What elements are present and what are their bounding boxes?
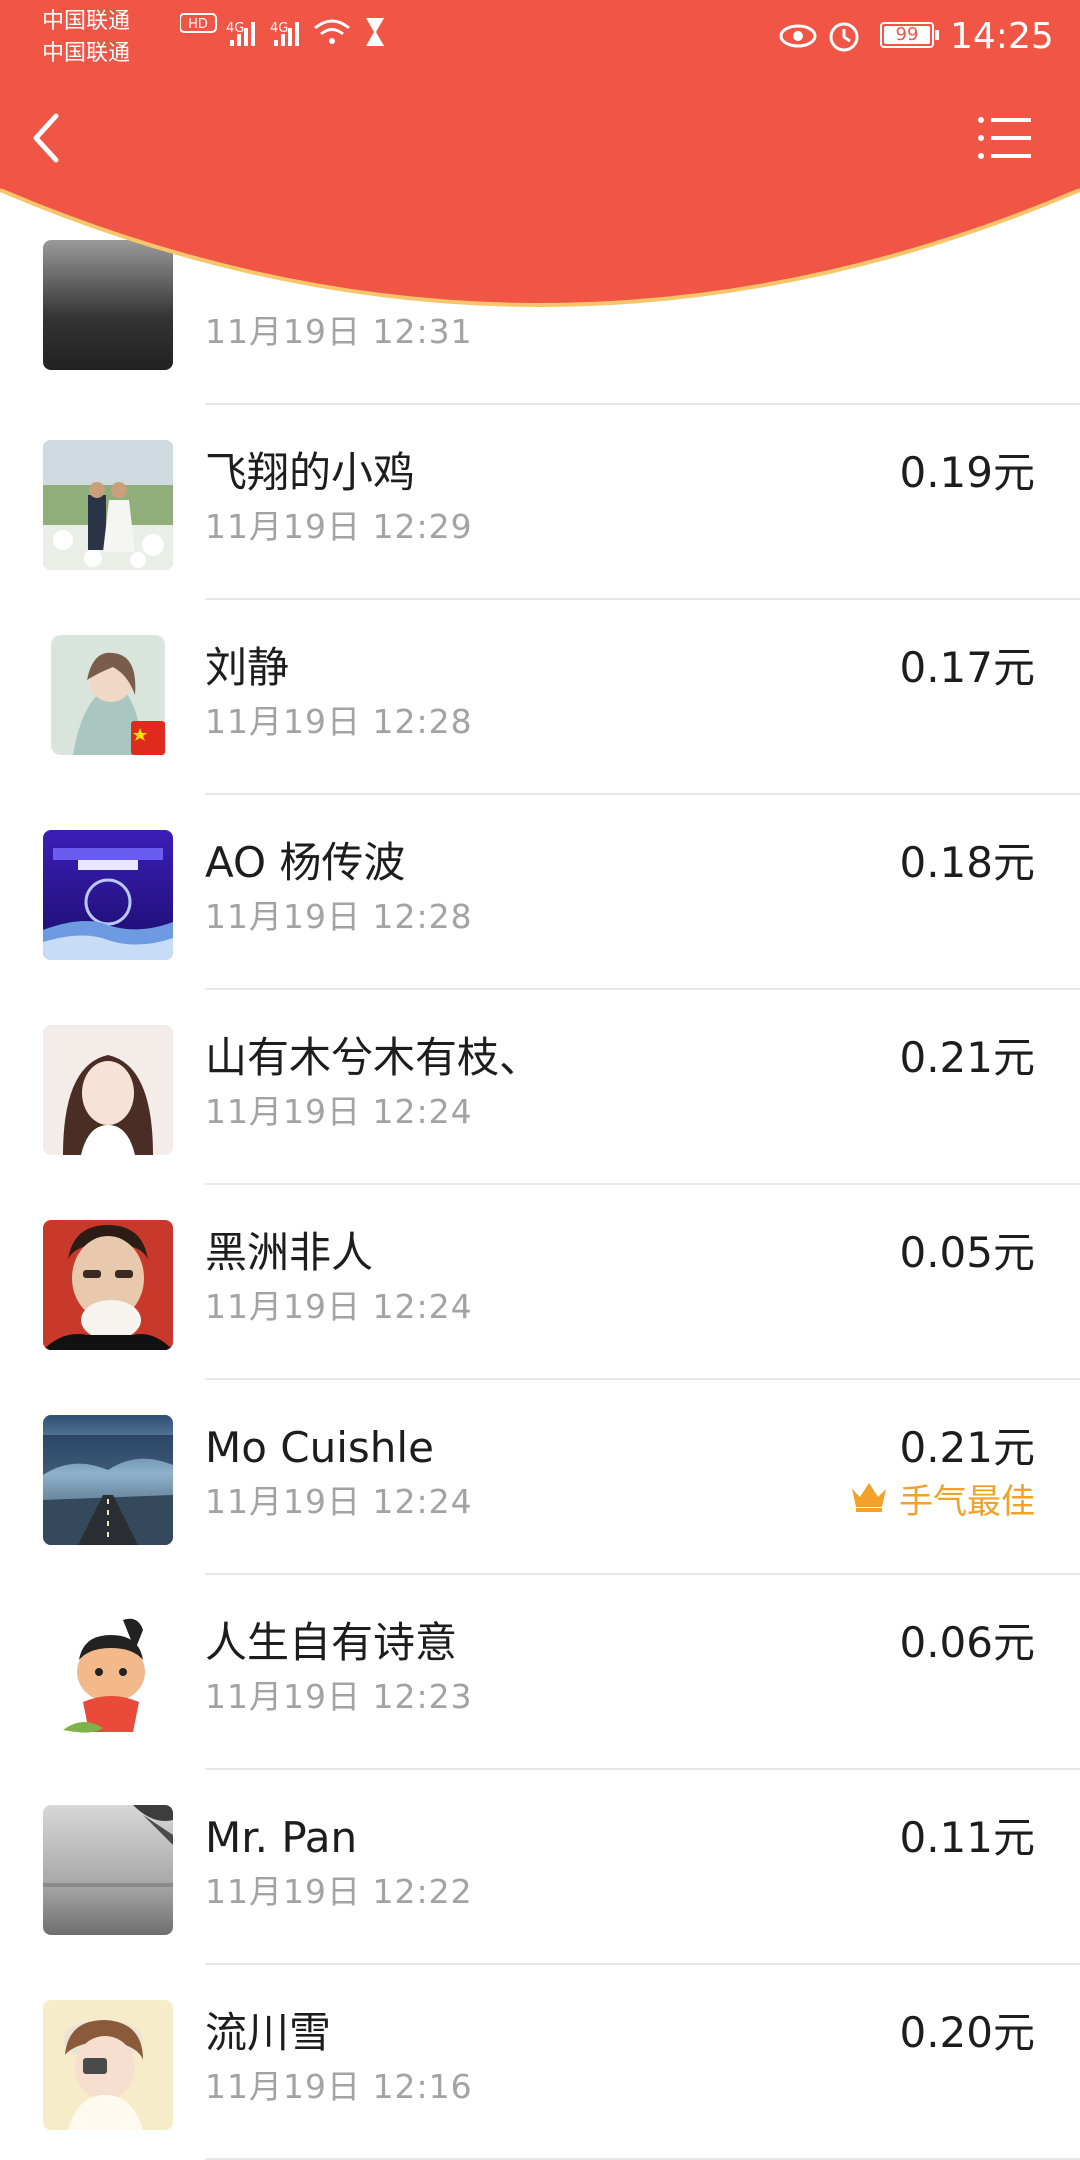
avatar [43, 635, 173, 765]
eye-alarm-icons [779, 22, 859, 52]
claim-time: 11月19日 12:24 [205, 1092, 473, 1131]
status-bar: 中国联通 中国联通 HD 4G 4G 99 14:25 [0, 0, 1080, 74]
claim-time: 11月19日 12:29 [205, 507, 473, 546]
claim-amount: 0.18元 [899, 838, 1035, 887]
list-item[interactable]: 黑洲非人 11月19日 12:24 0.05元 [0, 1185, 1080, 1380]
crown-icon [849, 1478, 889, 1526]
status-time: 14:25 [950, 16, 1054, 57]
list-item[interactable]: Mr. Pan 11月19日 12:22 0.11元 [0, 1770, 1080, 1965]
member-name: Mo Cuishle [205, 1423, 434, 1472]
signal-icons: HD 4G 4G [180, 13, 384, 46]
carrier-2: 中国联通 [42, 41, 131, 66]
claim-amount: 0.21元 [899, 1423, 1035, 1472]
back-button[interactable] [22, 108, 72, 168]
svg-text:4G: 4G [226, 21, 244, 36]
member-name: 流川雪 [205, 2008, 332, 2057]
claim-amount: 0.11元 [899, 1813, 1035, 1862]
red-packet-header: 中国联通 中国联通 HD 4G 4G 99 14:25 [0, 0, 1080, 320]
menu-button[interactable] [975, 112, 1035, 164]
claim-time: 11月19日 12:23 [205, 1677, 473, 1716]
avatar [43, 1025, 173, 1155]
hd-icon: HD [188, 17, 208, 32]
list-item[interactable]: 刘静 11月19日 12:28 0.17元 [0, 600, 1080, 795]
avatar [43, 2000, 173, 2130]
chevron-left-icon [33, 113, 59, 163]
avatar [43, 440, 173, 570]
claim-amount: 0.20元 [899, 2008, 1035, 2057]
carrier-labels: 中国联通 中国联通 [42, 6, 130, 70]
member-name: 刘静 [205, 643, 290, 692]
avatar [43, 830, 173, 960]
claim-amount: 0.05元 [899, 1228, 1035, 1277]
list-menu-icon [978, 117, 1031, 159]
member-name: AO 杨传波 [205, 838, 406, 887]
avatar [43, 1610, 173, 1740]
claim-time: 11月19日 12:16 [205, 2067, 473, 2106]
avatar [43, 1805, 173, 1935]
claim-amount: 0.21元 [899, 1033, 1035, 1082]
carrier-1: 中国联通 [42, 9, 131, 34]
claim-time: 11月19日 12:28 [205, 897, 473, 936]
list-item[interactable]: 飞翔的小鸡 11月19日 12:29 0.19元 [0, 405, 1080, 600]
claim-time: 11月19日 12:24 [205, 1287, 473, 1326]
avatar [43, 1220, 173, 1350]
member-name: 山有木兮木有枝、 [205, 1033, 542, 1082]
claim-amount: 0.17元 [899, 643, 1035, 692]
best-luck-badge: 手气最佳 [849, 1478, 1035, 1526]
member-name: 黑洲非人 [205, 1228, 374, 1277]
member-name: 飞翔的小鸡 [205, 448, 416, 497]
list-item[interactable]: AO 杨传波 11月19日 12:28 0.18元 [0, 795, 1080, 990]
claim-amount: 0.19元 [899, 448, 1035, 497]
list-item[interactable]: 人生自有诗意 11月19日 12:23 0.06元 [0, 1575, 1080, 1770]
claim-time: 11月19日 12:24 [205, 1482, 473, 1521]
svg-text:4G: 4G [270, 21, 288, 36]
best-luck-label: 手气最佳 [899, 1482, 1035, 1522]
member-name: 人生自有诗意 [205, 1618, 458, 1667]
list-item[interactable]: 流川雪 11月19日 12:16 0.20元 [0, 1965, 1080, 2160]
avatar [43, 1415, 173, 1545]
claim-time: 11月19日 12:28 [205, 702, 473, 741]
list-item[interactable]: 山有木兮木有枝、 11月19日 12:24 0.21元 [0, 990, 1080, 1185]
list-item[interactable]: Mo Cuishle 11月19日 12:24 0.21元 手气最佳 [0, 1380, 1080, 1575]
member-name: Mr. Pan [205, 1813, 358, 1862]
battery-icon: 99 [880, 22, 934, 48]
claim-amount: 0.06元 [899, 1618, 1035, 1667]
claim-time: 11月19日 12:22 [205, 1872, 473, 1911]
